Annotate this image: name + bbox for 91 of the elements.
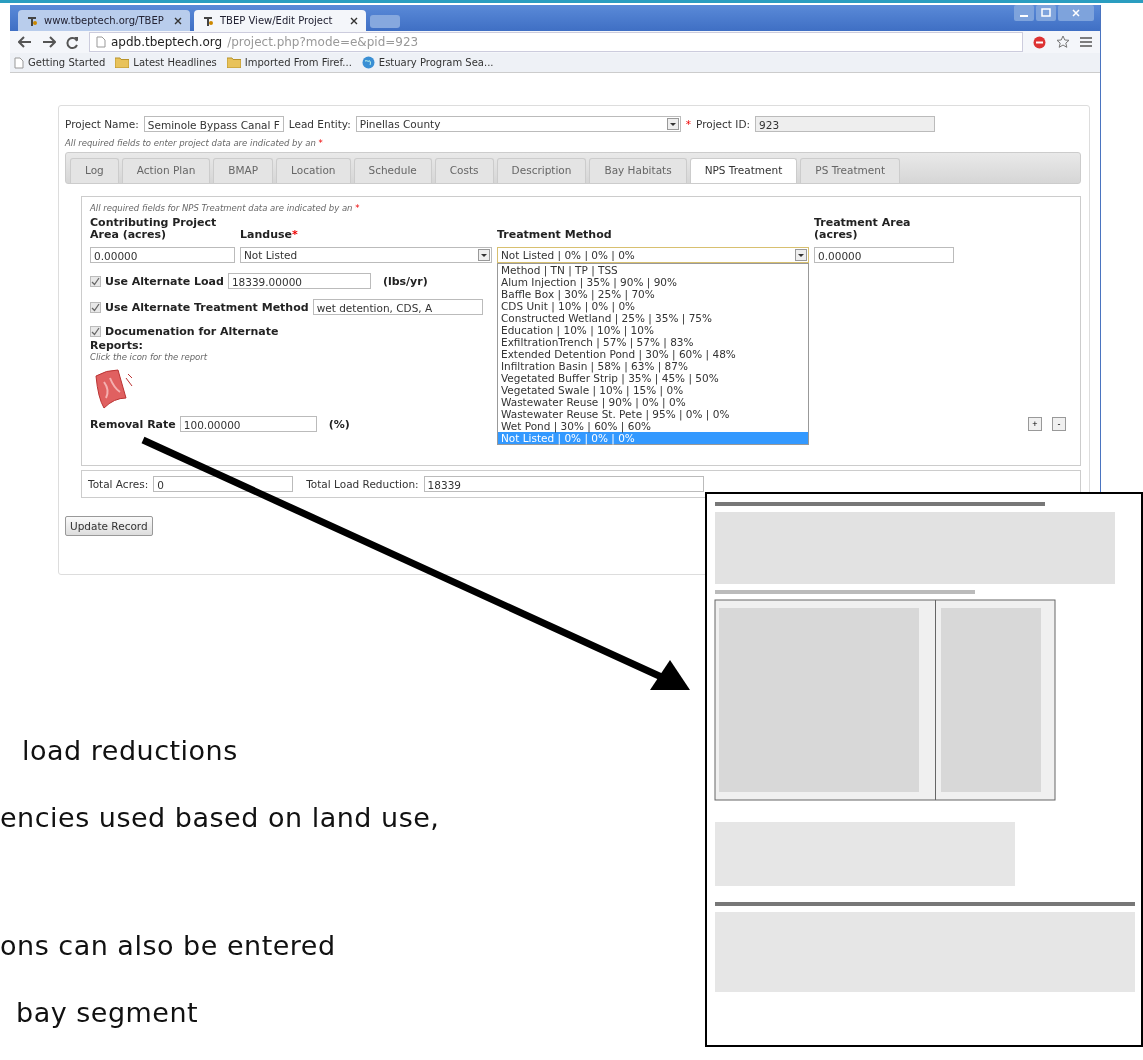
unit-label: (lbs/yr) bbox=[382, 274, 428, 288]
dropdown-option[interactable]: Education | 10% | 10% | 10% bbox=[498, 324, 808, 336]
field-label: Lead Entity: bbox=[288, 118, 351, 130]
page-icon bbox=[14, 56, 24, 69]
folder-icon bbox=[115, 57, 130, 68]
dropdown-option[interactable]: Vegetated Buffer Strip | 35% | 45% | 50% bbox=[498, 372, 808, 384]
project-id-field: 923 bbox=[755, 116, 935, 132]
landuse-select[interactable]: Not Listed bbox=[240, 247, 492, 263]
slide-text: encies used based on land use, bbox=[0, 802, 440, 833]
required-note: All required fields for NPS Treatment data are indicated by an bbox=[90, 203, 353, 213]
row-button[interactable]: - bbox=[1052, 417, 1066, 431]
checkbox[interactable] bbox=[90, 275, 101, 287]
field-label: Project ID: bbox=[696, 118, 750, 130]
column-header: Treatment Method bbox=[497, 229, 613, 241]
update-record-button[interactable]: Update Record bbox=[65, 516, 153, 536]
required-mark: * bbox=[318, 138, 323, 148]
removal-rate-field[interactable]: 100.00000 bbox=[179, 416, 317, 432]
dropdown-option[interactable]: Wet Pond | 30% | 60% | 60% bbox=[498, 420, 808, 432]
required-mark: * bbox=[292, 228, 298, 241]
dropdown-option[interactable]: Constructed Wetland | 25% | 35% | 75% bbox=[498, 312, 808, 324]
dropdown-option[interactable]: Wastewater Reuse St. Pete | 95% | 0% | 0% bbox=[498, 408, 808, 420]
alternate-field[interactable]: wet detention, CDS, A bbox=[312, 299, 483, 315]
dropdown-option[interactable]: Infiltration Basin | 58% | 63% | 87% bbox=[498, 360, 808, 372]
address-bar[interactable]: apdb.tbeptech.org /project.php?mode=e&pid=923 bbox=[89, 32, 1023, 52]
dropdown-option[interactable]: ExfiltrationTrench | 57% | 57% | 83% bbox=[498, 336, 808, 348]
column-header: Treatment Area (acres) bbox=[814, 217, 912, 241]
field-label: Project Name: bbox=[65, 118, 139, 130]
column-header: Contributing Project Area (acres) bbox=[90, 217, 218, 241]
browser-tab[interactable]: www.tbeptech.org/TBEP bbox=[18, 10, 190, 31]
stop-icon[interactable] bbox=[1033, 35, 1046, 49]
dropdown-option[interactable]: Alum Injection | 35% | 90% | 90% bbox=[498, 276, 808, 288]
reports-label: Reports: bbox=[90, 339, 143, 352]
dropdown-option[interactable]: Baffle Box | 30% | 25% | 70% bbox=[498, 288, 808, 300]
dropdown-option[interactable]: Wastewater Reuse | 90% | 0% | 0% bbox=[498, 396, 808, 408]
lead-entity-select[interactable]: Pinellas County bbox=[355, 116, 681, 132]
back-icon[interactable] bbox=[18, 36, 32, 48]
slide-text: load reductions bbox=[22, 735, 238, 766]
tab[interactable]: PS Treatment bbox=[800, 158, 901, 183]
tab[interactable]: Action Plan bbox=[121, 158, 211, 183]
browser-tab[interactable]: TBEP View/Edit Project bbox=[194, 10, 366, 31]
checkbox[interactable] bbox=[90, 326, 101, 337]
area-field[interactable]: 0.00000 bbox=[90, 247, 235, 263]
close-icon[interactable] bbox=[174, 16, 182, 25]
treatment-area-field[interactable]: 0.00000 bbox=[814, 247, 954, 263]
bookmark[interactable]: Estuary Program Sea... bbox=[361, 56, 494, 69]
dropdown-option[interactable]: Vegetated Swale | 10% | 15% | 0% bbox=[498, 384, 808, 396]
dropdown-option[interactable]: Extended Detention Pond | 30% | 60% | 48% bbox=[498, 348, 808, 360]
field-label: Total Load Reduction: bbox=[306, 478, 419, 490]
slide-text: ons can also be entered bbox=[0, 930, 336, 961]
tab[interactable]: Description bbox=[496, 158, 587, 183]
row-button[interactable]: + bbox=[1028, 417, 1042, 431]
dropdown-option[interactable]: Method | TN | TP | TSS bbox=[498, 264, 808, 276]
tab[interactable]: Schedule bbox=[353, 158, 432, 183]
treatment-method-select[interactable]: Not Listed | 0% | 0% | 0% bbox=[497, 247, 809, 263]
bookmark[interactable]: Latest Headlines bbox=[115, 57, 217, 68]
tab[interactable]: Costs bbox=[434, 158, 494, 183]
reports-hint: Click the icon for the report bbox=[90, 352, 208, 362]
star-icon[interactable] bbox=[1056, 35, 1070, 49]
field-label: Removal Rate bbox=[90, 417, 176, 431]
reload-icon[interactable] bbox=[66, 35, 79, 49]
bookmark[interactable]: Imported From Firef... bbox=[226, 57, 352, 68]
required-mark: * bbox=[355, 203, 360, 213]
tab[interactable]: BMAP bbox=[213, 158, 274, 183]
close-icon[interactable] bbox=[350, 16, 358, 25]
folder-icon bbox=[226, 57, 241, 68]
unit-label: (%) bbox=[328, 417, 350, 431]
checkbox[interactable] bbox=[90, 301, 101, 313]
bookmark[interactable]: Getting Started bbox=[14, 56, 106, 69]
menu-icon[interactable] bbox=[1080, 37, 1092, 47]
figure-icon bbox=[202, 14, 214, 27]
dropdown-option[interactable]: CDS Unit | 10% | 0% | 0% bbox=[498, 300, 808, 312]
required-mark: * bbox=[685, 118, 692, 130]
globe-icon bbox=[361, 56, 375, 69]
column-header: Landuse bbox=[240, 228, 292, 241]
tab[interactable]: Bay Habitats bbox=[589, 158, 687, 183]
tab[interactable]: Log bbox=[70, 158, 119, 183]
project-name-field[interactable]: Seminole Bypass Canal F bbox=[143, 116, 284, 132]
page-icon bbox=[96, 36, 106, 48]
forward-icon[interactable] bbox=[42, 36, 56, 48]
checkbox-label: Use Alternate Treatment Method bbox=[105, 300, 309, 314]
total-load-field: 18339 bbox=[423, 476, 704, 492]
tab[interactable]: Location bbox=[276, 158, 351, 183]
alternate-field[interactable]: 18339.00000 bbox=[227, 273, 371, 289]
tab[interactable]: NPS Treatment bbox=[689, 158, 798, 183]
field-label: Total Acres: bbox=[88, 478, 149, 490]
checkbox-label: Use Alternate Load bbox=[105, 274, 224, 288]
minimize-icon[interactable] bbox=[1014, 5, 1034, 21]
slide-text: bay segment bbox=[16, 997, 199, 1028]
required-note: All required fields to enter project data are indicated by an bbox=[65, 138, 316, 148]
checkbox-label: Documenation for Alternate bbox=[105, 325, 279, 338]
figure-icon bbox=[26, 14, 38, 27]
